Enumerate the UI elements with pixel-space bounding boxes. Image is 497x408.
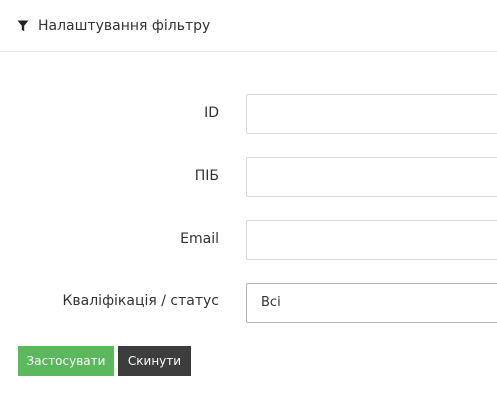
email-label: Email: [180, 231, 219, 247]
status-select[interactable]: Всі: [246, 283, 497, 323]
id-input[interactable]: [246, 94, 497, 134]
apply-button[interactable]: Застосувати: [18, 346, 114, 376]
panel-header: Налаштування фільтру: [0, 0, 497, 52]
status-selected-value: Всі: [261, 295, 281, 310]
email-input[interactable]: [246, 220, 497, 260]
filter-icon: [17, 20, 29, 32]
status-label: Кваліфікація / статус: [62, 293, 219, 309]
filter-settings-panel: Налаштування фільтру ID ПІБ Email Кваліф…: [0, 0, 497, 408]
name-input[interactable]: [246, 157, 497, 197]
reset-button[interactable]: Скинути: [118, 346, 191, 376]
panel-title: Налаштування фільтру: [38, 18, 211, 34]
id-label: ID: [204, 105, 219, 121]
name-label: ПІБ: [194, 168, 219, 184]
